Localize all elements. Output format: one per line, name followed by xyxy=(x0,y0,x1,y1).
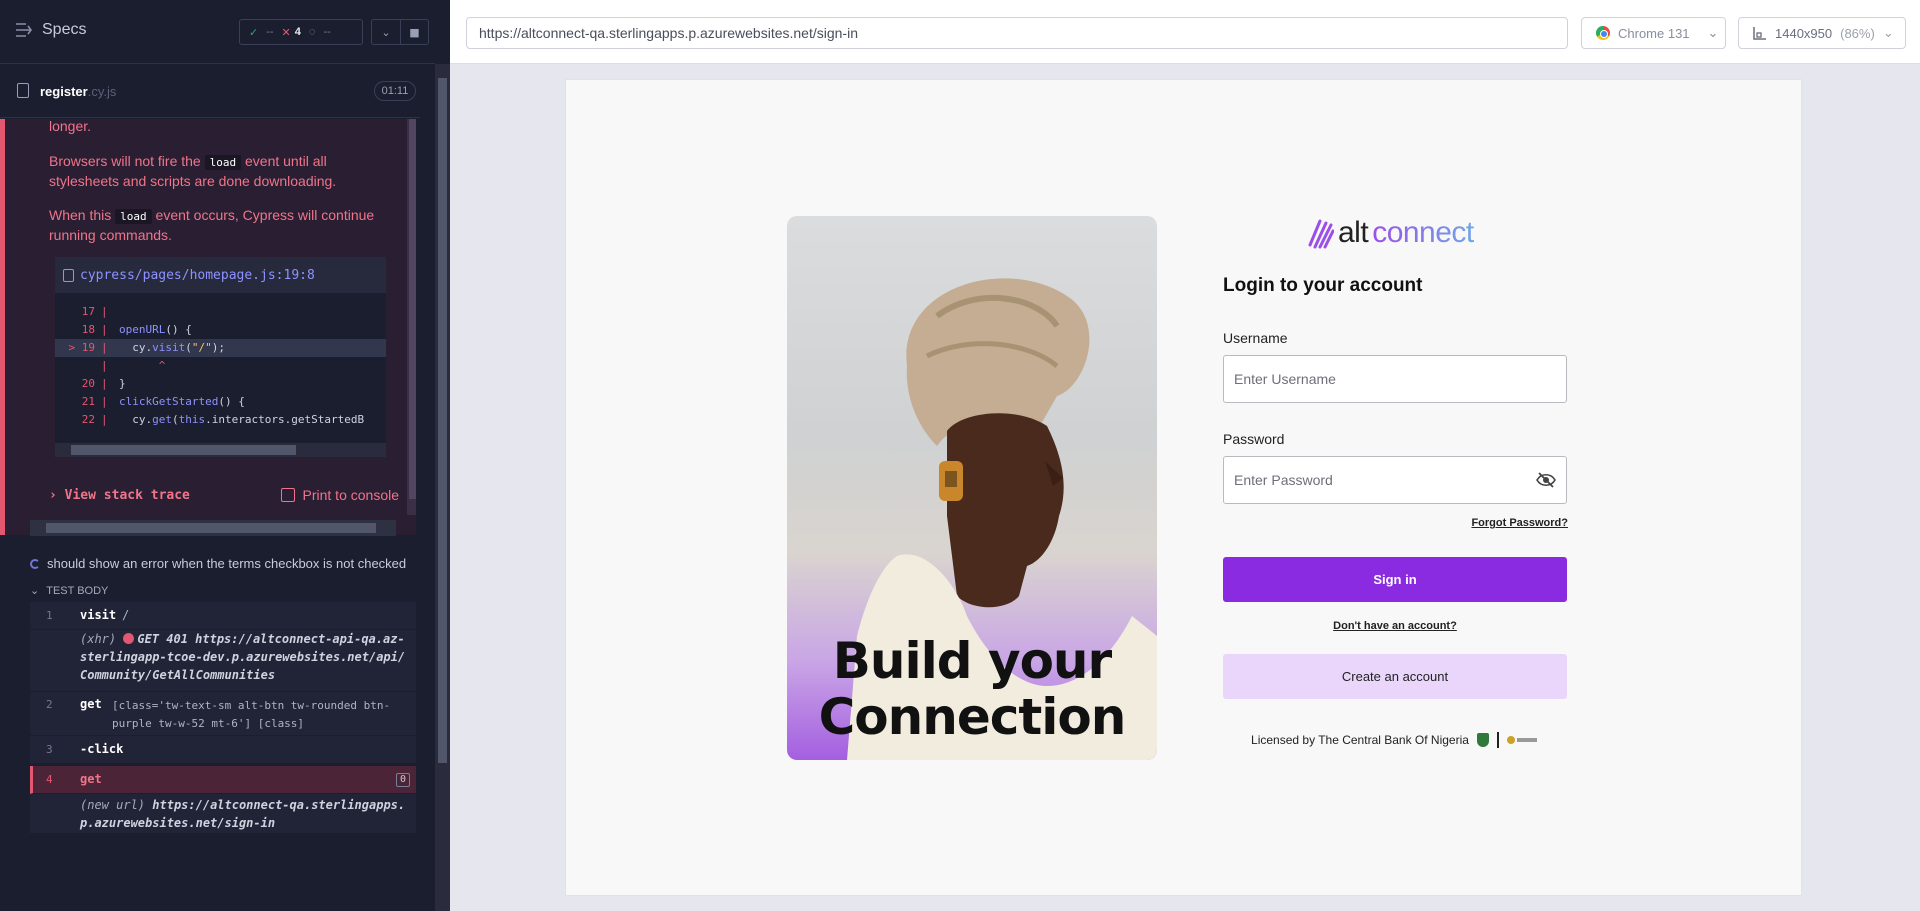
command-row-xhr[interactable]: (xhr) GET 401 https://altconnect-api-qa.… xyxy=(30,630,416,692)
code-frame-header[interactable]: cypress/pages/homepage.js:19:8 xyxy=(55,257,386,293)
chevron-down-icon: ⌄ xyxy=(1882,25,1894,40)
code-line: | ^ xyxy=(101,359,166,372)
chrome-icon xyxy=(1596,26,1610,40)
password-label: Password xyxy=(1223,431,1285,447)
command-row[interactable]: 2 get [class='tw-text-sm alt-btn tw-roun… xyxy=(30,692,416,736)
password-input[interactable]: Enter Password xyxy=(1223,456,1567,504)
code-frame: cypress/pages/homepage.js:19:8 17 | 18 | op… xyxy=(55,257,386,457)
viewport-info[interactable]: 1440x950 (86%) ⌄ xyxy=(1738,17,1906,49)
logo-mark-icon xyxy=(1308,219,1334,249)
failed-count: 4 xyxy=(294,26,301,38)
element-count-badge: 0 xyxy=(396,773,410,787)
command-log: 1 visit / (xhr) GET 401 https://altconne… xyxy=(30,602,416,834)
cbn-seal-icon xyxy=(1476,733,1489,747)
spec-file-row[interactable]: register.cy.js 01:11 xyxy=(0,64,420,118)
test-stats: ✓ -- ✕ 4 ◌ -- xyxy=(239,19,363,45)
username-label: Username xyxy=(1223,330,1288,346)
error-paragraph-1: Browsers will not fire the load event un… xyxy=(49,153,337,189)
hero-image: Build your Connection xyxy=(787,216,1157,760)
code-line: 22 | cy.get(this.interactors.getStartedB xyxy=(81,413,365,426)
forgot-password-link[interactable]: Forgot Password? xyxy=(1471,517,1568,529)
create-account-button[interactable]: Create an account xyxy=(1223,654,1567,699)
chevron-down-icon: ⌄ xyxy=(30,585,40,597)
aut-header: https://altconnect-qa.sterlingapps.p.azu… xyxy=(450,0,1920,64)
command-row-new-url[interactable]: (new url) https://altconnect-qa.sterling… xyxy=(30,794,416,834)
runner-panel: Specs ✓ -- ✕ 4 ◌ -- ⌄ ■ register.cy.js 01:1… xyxy=(0,0,450,911)
app-under-test: Build your Connection alt connect Login t… xyxy=(565,79,1802,896)
file-icon xyxy=(17,83,29,98)
file-icon xyxy=(63,268,74,282)
pending-icon: ◌ xyxy=(308,26,316,38)
error-dot-icon xyxy=(123,633,135,644)
eye-off-icon[interactable] xyxy=(1536,471,1556,489)
passed-icon: ✓ xyxy=(249,26,259,39)
command-row[interactable]: 1 visit / xyxy=(30,602,416,630)
menu-icon xyxy=(16,23,32,37)
stop-icon[interactable]: ■ xyxy=(400,20,428,44)
code-line-highlighted: > 19 | cy.visit("/"); xyxy=(55,339,386,357)
specs-toggle[interactable]: Specs xyxy=(16,21,86,39)
code-scrollbar[interactable] xyxy=(55,443,386,457)
no-account-link[interactable]: Don't have an account? xyxy=(1223,620,1567,632)
error-paragraph-2: When this load event occurs, Cypress wil… xyxy=(49,207,375,243)
pending-count: -- xyxy=(323,26,331,38)
runner-controls: ⌄ ■ xyxy=(371,19,429,45)
runner-scrollbar[interactable] xyxy=(435,64,450,911)
running-icon xyxy=(30,558,40,569)
username-input[interactable]: Enter Username xyxy=(1223,355,1567,403)
viewport-icon xyxy=(1753,27,1766,40)
altconnect-logo: alt connect xyxy=(1306,216,1474,250)
app-scrollbar[interactable] xyxy=(1787,80,1801,895)
partner-logo xyxy=(1506,734,1539,746)
sign-in-button[interactable]: Sign in xyxy=(1223,557,1567,602)
specs-header: Specs ✓ -- ✕ 4 ◌ -- ⌄ ■ xyxy=(0,0,435,64)
page-title: Login to your account xyxy=(1223,275,1423,296)
hero-tagline: Build your Connection xyxy=(818,632,1127,746)
browser-pane: https://altconnect-qa.sterlingapps.p.azu… xyxy=(450,0,1920,911)
code-line: 20 |} xyxy=(81,377,126,390)
code-line: 21 | clickGetStarted() { xyxy=(81,395,245,408)
spec-duration: 01:11 xyxy=(374,81,416,101)
command-row[interactable]: 3 -click xyxy=(30,736,416,764)
specs-label: Specs xyxy=(42,21,87,38)
chevron-down-icon: ⌄ xyxy=(1707,25,1719,40)
code-line: 17 | xyxy=(81,305,108,318)
code-line: 18 | openURL() { xyxy=(81,323,192,336)
spec-file-name: register.cy.js xyxy=(40,84,117,99)
licensing-footer: Licensed by The Central Bank Of Nigeria xyxy=(1223,732,1567,748)
divider xyxy=(1496,732,1499,748)
url-bar[interactable]: https://altconnect-qa.sterlingapps.p.azu… xyxy=(466,17,1568,49)
error-text-longer: longer. xyxy=(49,119,92,134)
code-file-path: cypress/pages/homepage.js:19:8 xyxy=(80,267,315,283)
print-to-console-button[interactable]: Print to console xyxy=(280,487,399,503)
command-row-failed[interactable]: 4 get 0 xyxy=(30,766,416,794)
error-actions: › View stack trace Print to console xyxy=(49,487,399,503)
test-title[interactable]: should show an error when the terms chec… xyxy=(30,556,406,571)
chevron-down-icon[interactable]: ⌄ xyxy=(372,20,400,44)
error-panel-scrollbar[interactable] xyxy=(407,119,416,515)
console-icon xyxy=(280,488,295,502)
test-body-header[interactable]: ⌄ TEST BODY xyxy=(30,584,108,598)
error-panel-hscrollbar[interactable] xyxy=(30,520,396,536)
code-lines: 17 | 18 | openURL() { > 19 | cy.visit("/"); … xyxy=(55,293,386,429)
passed-count: -- xyxy=(266,26,274,38)
browser-selector[interactable]: Chrome 131 ⌄ xyxy=(1581,17,1726,49)
failed-icon: ✕ xyxy=(281,26,291,39)
view-stack-trace-button[interactable]: › View stack trace xyxy=(49,488,190,503)
error-panel: longer. Browsers will not fire the load … xyxy=(0,119,416,535)
